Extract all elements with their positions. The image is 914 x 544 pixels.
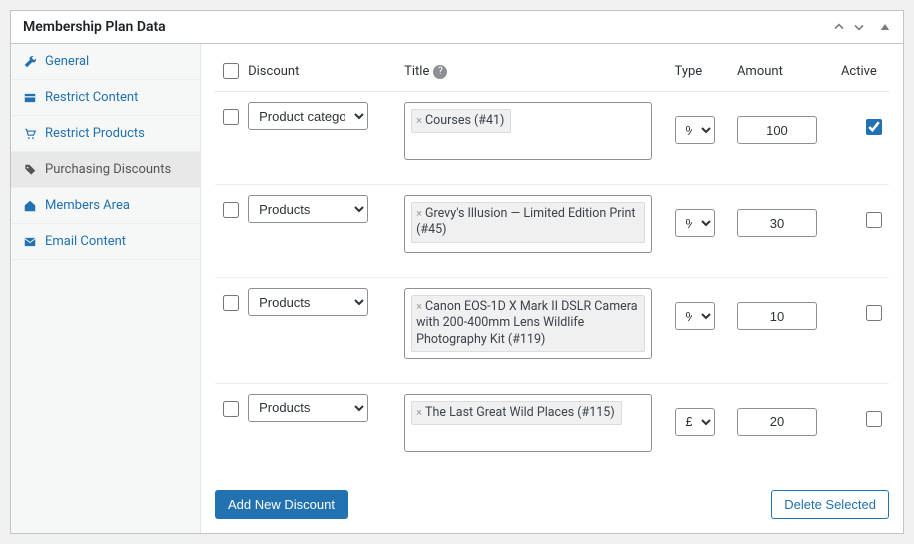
cart-icon <box>23 127 37 141</box>
tab-label: Restrict Products <box>45 126 145 141</box>
row-select-checkbox[interactable] <box>223 401 239 417</box>
table-row: Product categoriesProducts ×Grevy's Illus… <box>215 185 889 278</box>
amount-input[interactable] <box>737 408 817 436</box>
active-checkbox[interactable] <box>866 119 882 135</box>
col-title-header: Title? <box>400 52 670 92</box>
amount-type-select[interactable]: %£ <box>675 408 715 436</box>
wrench-icon <box>23 55 37 69</box>
col-type-header: Type <box>671 52 733 92</box>
add-discount-button[interactable]: Add New Discount <box>215 490 348 519</box>
title-token-input[interactable]: ×Grevy's Illusion — Limited Edition Prin… <box>404 195 652 253</box>
discount-type-select[interactable]: Product categoriesProducts <box>248 288 368 316</box>
tab-general[interactable]: General <box>11 44 200 80</box>
amount-type-select[interactable]: %£ <box>675 302 715 330</box>
amount-type-select[interactable]: %£ <box>675 209 715 237</box>
active-checkbox[interactable] <box>866 212 882 228</box>
token-label: The Last Great Wild Places (#115) <box>425 405 615 420</box>
remove-token-icon[interactable]: × <box>416 207 422 220</box>
title-token-input[interactable]: ×Courses (#41) <box>404 102 652 160</box>
discount-type-select[interactable]: Product categoriesProducts <box>248 394 368 422</box>
remove-token-icon[interactable]: × <box>416 114 422 127</box>
table-row: Product categoriesProducts ×Courses (#41)… <box>215 92 889 185</box>
amount-type-select[interactable]: %£ <box>675 116 715 144</box>
discount-type-select[interactable]: Product categoriesProducts <box>248 102 368 130</box>
table-header-row: Discount Title? Type Amount Active <box>215 52 889 92</box>
title-token: ×Courses (#41) <box>411 109 511 133</box>
tab-restrict-content[interactable]: Restrict Content <box>11 80 200 116</box>
discounts-content: Discount Title? Type Amount Active Produ… <box>201 44 903 533</box>
token-label: Courses (#41) <box>425 113 504 128</box>
token-label: Canon EOS-1D X Mark II DSLR Camera with … <box>416 299 637 347</box>
tab-purchasing-discounts[interactable]: Purchasing Discounts <box>11 152 200 188</box>
tab-label: General <box>45 54 89 69</box>
title-token: ×The Last Great Wild Places (#115) <box>411 401 622 425</box>
table-footer: Add New Discount Delete Selected <box>215 476 889 519</box>
amount-input[interactable] <box>737 302 817 330</box>
title-token-input[interactable]: ×The Last Great Wild Places (#115) <box>404 394 652 452</box>
discounts-table: Discount Title? Type Amount Active Produ… <box>215 52 889 476</box>
title-token-input[interactable]: ×Canon EOS-1D X Mark II DSLR Camera with… <box>404 288 652 359</box>
col-amount-header: Amount <box>733 52 837 92</box>
move-up-icon[interactable] <box>831 19 847 35</box>
amount-input[interactable] <box>737 116 817 144</box>
active-checkbox[interactable] <box>866 411 882 427</box>
discount-type-select[interactable]: Product categoriesProducts <box>248 195 368 223</box>
tag-icon <box>23 163 37 177</box>
panel-body: General Restrict Content Restrict Produc… <box>11 44 903 533</box>
tab-label: Members Area <box>45 198 130 213</box>
card-icon <box>23 91 37 105</box>
tab-label: Restrict Content <box>45 90 138 105</box>
delete-selected-button[interactable]: Delete Selected <box>771 490 889 519</box>
table-row: Product categoriesProducts ×The Last Grea… <box>215 383 889 476</box>
panel-controls <box>831 19 891 35</box>
tab-restrict-products[interactable]: Restrict Products <box>11 116 200 152</box>
row-select-checkbox[interactable] <box>223 109 239 125</box>
token-label: Grevy's Illusion — Limited Edition Print… <box>416 206 635 237</box>
table-row: Product categoriesProducts ×Canon EOS-1D … <box>215 278 889 384</box>
tab-label: Purchasing Discounts <box>45 162 171 177</box>
help-icon[interactable]: ? <box>433 65 447 79</box>
panel-title: Membership Plan Data <box>23 19 166 35</box>
toggle-icon[interactable] <box>879 21 891 33</box>
title-token: ×Canon EOS-1D X Mark II DSLR Camera with… <box>411 295 645 352</box>
title-token: ×Grevy's Illusion — Limited Edition Prin… <box>411 202 645 243</box>
amount-input[interactable] <box>737 209 817 237</box>
col-discount-header: Discount <box>244 52 400 92</box>
membership-plan-panel: Membership Plan Data General Restrict Co… <box>10 10 904 534</box>
active-checkbox[interactable] <box>866 305 882 321</box>
move-down-icon[interactable] <box>851 19 867 35</box>
mail-icon <box>23 235 37 249</box>
remove-token-icon[interactable]: × <box>416 300 422 313</box>
row-select-checkbox[interactable] <box>223 202 239 218</box>
home-icon <box>23 199 37 213</box>
panel-header: Membership Plan Data <box>11 11 903 44</box>
tab-label: Email Content <box>45 234 126 249</box>
tab-members-area[interactable]: Members Area <box>11 188 200 224</box>
settings-tabs: General Restrict Content Restrict Produc… <box>11 44 201 533</box>
select-all-checkbox[interactable] <box>223 63 239 79</box>
tab-email-content[interactable]: Email Content <box>11 224 200 260</box>
row-select-checkbox[interactable] <box>223 295 239 311</box>
col-active-header: Active <box>837 52 889 92</box>
remove-token-icon[interactable]: × <box>416 406 422 419</box>
